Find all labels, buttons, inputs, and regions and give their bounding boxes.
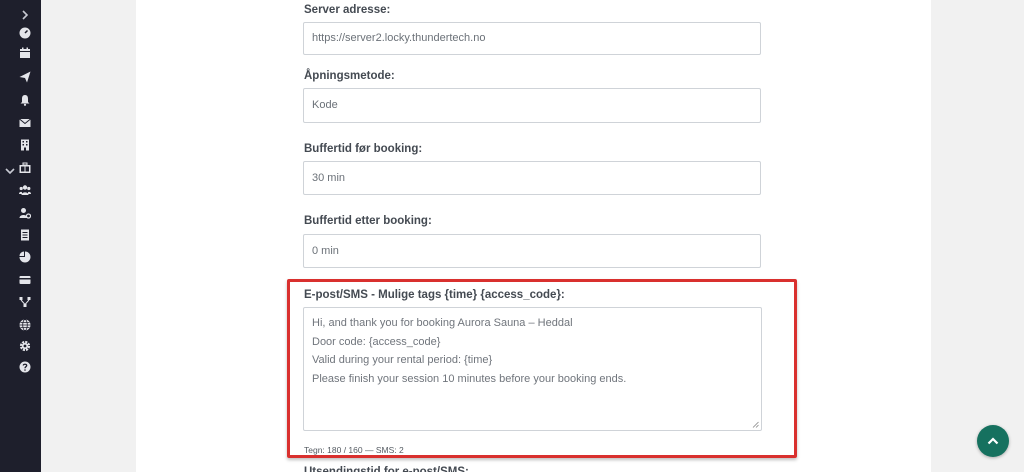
buffer-after-input[interactable]: 0 min <box>303 234 761 268</box>
dashboard-gauge-icon[interactable] <box>18 26 32 40</box>
opening-method-label: Åpningsmetode: <box>304 70 395 82</box>
chevron-down-icon[interactable] <box>4 164 18 178</box>
chevron-up-icon <box>987 437 999 445</box>
credit-card-icon[interactable] <box>18 273 32 287</box>
users-icon[interactable] <box>18 183 32 197</box>
sidebar <box>0 0 41 472</box>
network-icon[interactable] <box>18 295 32 309</box>
server-address-input[interactable]: https://server2.locky.thundertech.no <box>303 22 761 55</box>
buffer-before-label: Buffertid før booking: <box>304 143 423 155</box>
gear-icon[interactable] <box>18 339 32 353</box>
user-gear-icon[interactable] <box>18 206 32 220</box>
document-icon[interactable] <box>18 228 32 242</box>
bell-icon[interactable] <box>18 93 32 107</box>
scroll-to-top-button[interactable] <box>977 425 1009 457</box>
buffer-before-input[interactable]: 30 min <box>303 161 761 195</box>
globe-icon[interactable] <box>18 318 32 332</box>
building-icon[interactable] <box>18 138 32 152</box>
buffer-after-label: Buffertid etter booking: <box>304 215 432 227</box>
highlight-annotation <box>287 279 797 458</box>
opening-method-select[interactable]: Kode <box>303 88 761 123</box>
help-icon[interactable] <box>18 360 32 374</box>
locker-icon[interactable] <box>18 161 32 175</box>
paper-plane-icon[interactable] <box>18 70 32 84</box>
calendar-icon[interactable] <box>18 46 32 60</box>
send-time-label: Utsendingstid for e-post/SMS: <box>304 466 469 472</box>
chevron-right-icon[interactable] <box>18 8 32 22</box>
server-address-label: Server adresse: <box>304 4 391 16</box>
envelope-icon[interactable] <box>18 116 32 130</box>
pie-chart-icon[interactable] <box>18 250 32 264</box>
